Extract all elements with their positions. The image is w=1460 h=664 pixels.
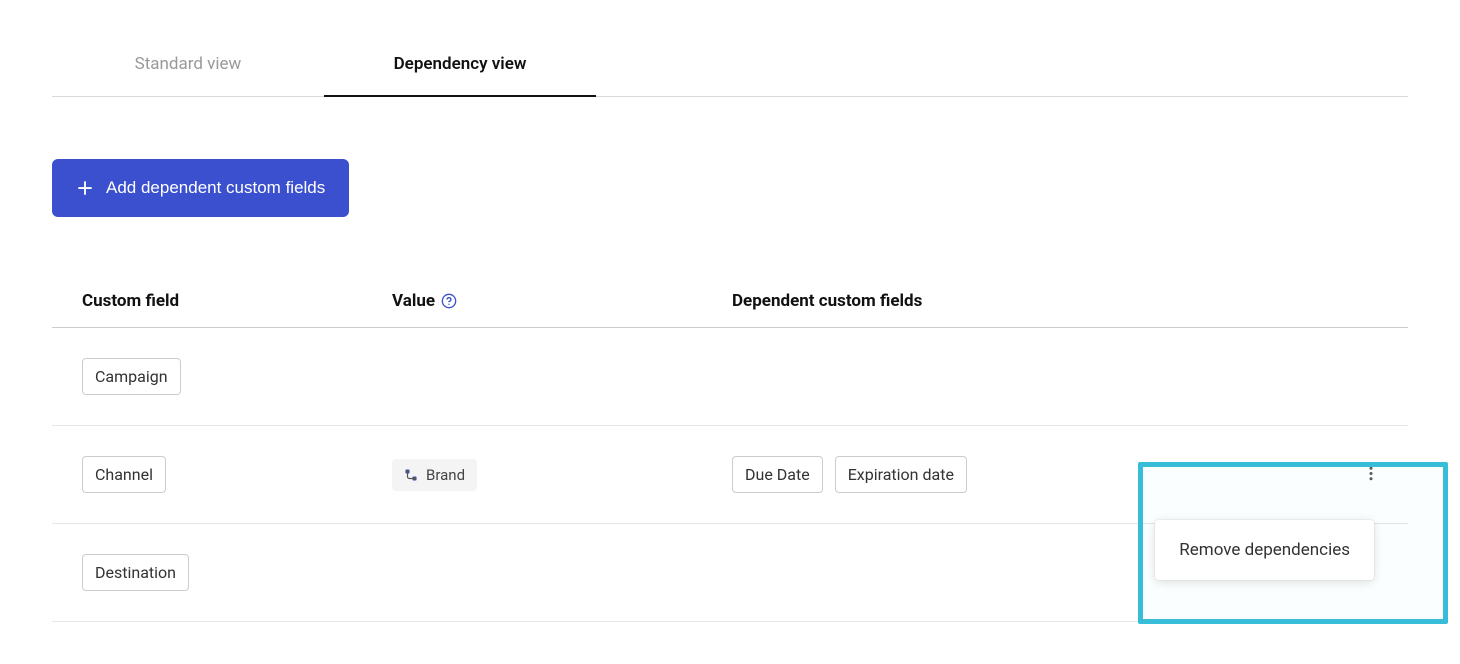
tab-dependency-view[interactable]: Dependency view bbox=[324, 40, 596, 96]
header-custom-field: Custom field bbox=[82, 291, 392, 311]
table-row: Channel Brand Due Date Expiration date bbox=[52, 426, 1408, 524]
hierarchy-icon bbox=[404, 468, 418, 482]
dependency-table: Custom field Value Dependent custom fiel… bbox=[52, 279, 1408, 622]
dependent-field-tag[interactable]: Due Date bbox=[732, 456, 823, 493]
help-circle-icon[interactable] bbox=[441, 293, 457, 309]
more-vertical-icon bbox=[1362, 464, 1380, 482]
row-actions-button[interactable] bbox=[1354, 456, 1388, 493]
view-tabs: Standard view Dependency view bbox=[52, 40, 1408, 97]
value-tag-label: Brand bbox=[426, 466, 465, 484]
add-button-label: Add dependent custom fields bbox=[106, 178, 325, 198]
plus-icon bbox=[76, 179, 94, 197]
value-tag[interactable]: Brand bbox=[392, 459, 477, 491]
custom-field-tag[interactable]: Destination bbox=[82, 554, 189, 591]
row-actions-menu: Remove dependencies bbox=[1155, 520, 1374, 580]
add-dependent-custom-fields-button[interactable]: Add dependent custom fields bbox=[52, 159, 349, 217]
header-value-text: Value bbox=[392, 291, 435, 311]
remove-dependencies-menu-item[interactable]: Remove dependencies bbox=[1179, 540, 1350, 560]
tab-standard-view[interactable]: Standard view bbox=[52, 40, 324, 96]
table-row: Campaign bbox=[52, 328, 1408, 426]
header-dependent: Dependent custom fields bbox=[732, 291, 1408, 311]
custom-field-tag[interactable]: Campaign bbox=[82, 358, 181, 395]
dependent-field-tag[interactable]: Expiration date bbox=[835, 456, 967, 493]
table-header-row: Custom field Value Dependent custom fiel… bbox=[52, 279, 1408, 328]
custom-field-tag[interactable]: Channel bbox=[82, 456, 166, 493]
header-value: Value bbox=[392, 291, 732, 311]
